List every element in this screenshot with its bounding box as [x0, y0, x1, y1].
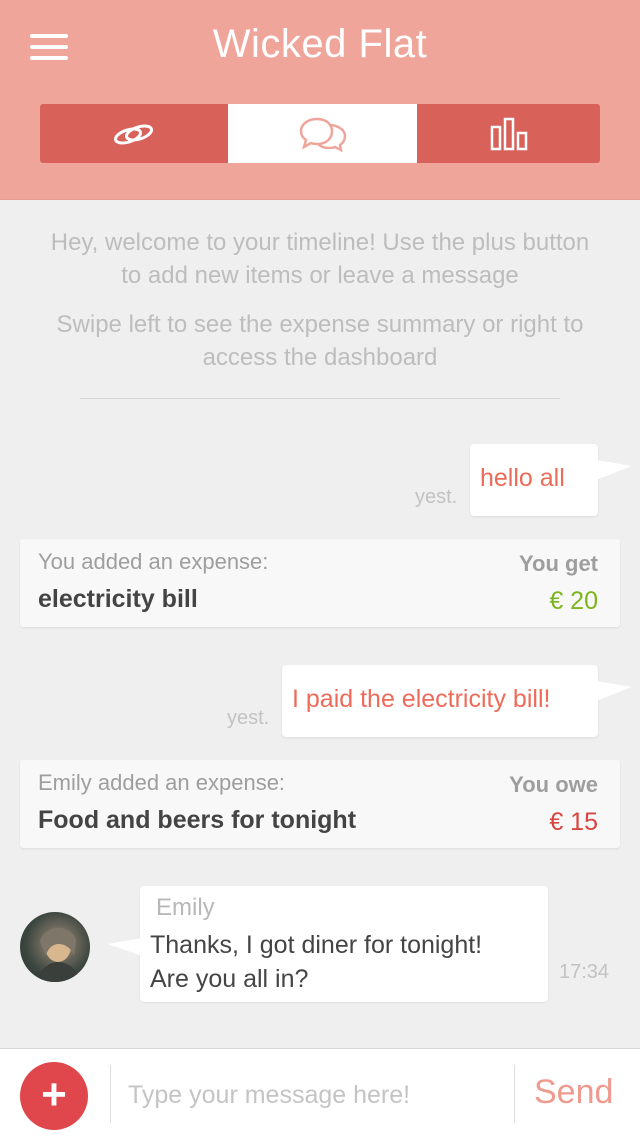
message-time: yest. [227, 707, 270, 729]
outgoing-message[interactable]: I paid the electricity bill! [282, 665, 632, 737]
tab-bar [40, 104, 600, 163]
balance-label: You owe [509, 772, 598, 797]
message-input[interactable] [128, 1075, 498, 1115]
bar-chart-icon [490, 117, 527, 150]
welcome-text-add: Hey, welcome to your timeline! Use the p… [50, 229, 590, 289]
rings-icon [113, 124, 154, 144]
bubble-tail [596, 681, 632, 701]
message-text: hello all [480, 464, 565, 492]
welcome-text-swipe: Swipe left to see the expense summary or… [56, 311, 584, 371]
expense-amount: € 15 [549, 808, 598, 836]
expense-amount: € 20 [549, 587, 598, 615]
incoming-message[interactable]: Emily Thanks, I got diner for tonight! A… [108, 886, 548, 1002]
tab-dashboard[interactable] [417, 104, 600, 163]
bubble-tail [596, 460, 632, 480]
expense-item[interactable]: You added an expense: electricity bill Y… [20, 539, 620, 627]
avatar-photo [38, 928, 80, 982]
add-item-button[interactable]: + [20, 1062, 88, 1130]
expense-item[interactable]: Emily added an expense: Food and beers f… [20, 760, 620, 848]
outgoing-message[interactable]: hello all [470, 444, 632, 516]
expense-author: You added an expense: [38, 549, 269, 574]
page-title: Wicked Flat [212, 22, 428, 66]
expense-description: electricity bill [38, 585, 198, 613]
message-time: yest. [415, 486, 458, 508]
message-sender: Emily [156, 894, 215, 921]
message-text: Thanks, I got diner for tonight! [150, 931, 483, 959]
bubble-tail [108, 938, 142, 956]
divider [80, 398, 560, 399]
message-time: 17:34 [559, 961, 610, 983]
send-button[interactable]: Send [534, 1073, 613, 1112]
header: Wicked Flat [0, 0, 640, 200]
welcome-message: Hey, welcome to your timeline! Use the p… [40, 226, 600, 374]
message-composer: + Send [0, 1048, 640, 1136]
chat-bubbles-icon [299, 117, 346, 152]
message-text: Are you all in? [150, 965, 309, 993]
avatar[interactable] [20, 912, 90, 982]
tab-timeline[interactable] [228, 104, 417, 163]
message-text: I paid the electricity bill! [292, 685, 551, 713]
expense-author: Emily added an expense: [38, 770, 286, 795]
balance-label: You get [518, 551, 598, 576]
divider [514, 1065, 515, 1123]
expense-description: Food and beers for tonight [38, 806, 357, 834]
tab-expenses[interactable] [40, 104, 228, 163]
divider [110, 1065, 111, 1123]
